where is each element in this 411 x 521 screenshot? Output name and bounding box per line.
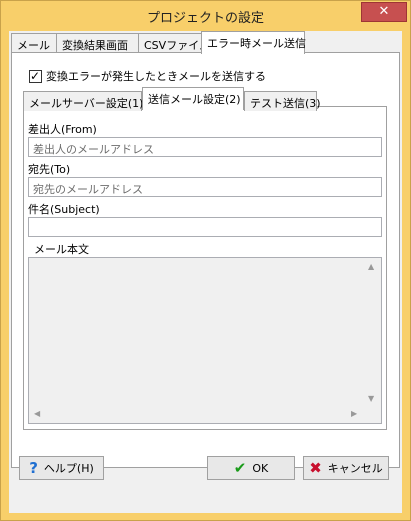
scroll-right-icon[interactable]: ▶ — [351, 409, 357, 418]
help-button-label: ヘルプ(H) — [43, 462, 94, 475]
body-label: メール本文 — [34, 243, 89, 256]
scroll-left-icon[interactable]: ◀ — [34, 409, 40, 418]
send-on-error-label: 変換エラーが発生したときメールを送信する — [46, 70, 266, 83]
body-textarea[interactable]: ▲ ▼ ◀ ▶ — [28, 257, 382, 424]
title-bar[interactable]: プロジェクトの設定 ✕ — [1, 1, 410, 31]
close-button[interactable]: ✕ — [361, 2, 407, 22]
from-label: 差出人(From) — [28, 123, 97, 136]
scroll-down-icon[interactable]: ▼ — [368, 394, 374, 403]
cancel-button[interactable]: ✖ キャンセル — [303, 456, 389, 480]
horizontal-scrollbar[interactable]: ◀ ▶ — [29, 406, 365, 423]
send-mail-panel: 差出人(From) 差出人のメールアドレス 宛先(To) 宛先のメールアドレス … — [23, 106, 387, 430]
cancel-button-label: キャンセル — [327, 462, 383, 475]
subject-label: 件名(Subject) — [28, 203, 100, 216]
from-field[interactable]: 差出人のメールアドレス — [28, 137, 382, 157]
dialog-window: プロジェクトの設定 ✕ メール 変換結果画面 CSVファイル エラー時メール送信… — [0, 0, 411, 521]
help-icon: ? — [29, 459, 38, 477]
subject-field[interactable] — [28, 217, 382, 237]
to-field[interactable]: 宛先のメールアドレス — [28, 177, 382, 197]
subtab-test-send[interactable]: テスト送信(3) — [244, 91, 321, 111]
dialog-client: メール 変換結果画面 CSVファイル エラー時メール送信 ✓ 変換エラーが発生し… — [9, 31, 402, 513]
send-on-error-checkbox[interactable]: ✓ — [29, 68, 42, 83]
tab-csv-file[interactable]: CSVファイル — [138, 33, 210, 53]
ok-button-label: OK — [252, 461, 269, 475]
subtab-send-mail[interactable]: 送信メール設定(2) — [142, 87, 244, 110]
ok-icon: ✔ — [233, 459, 247, 477]
window-title: プロジェクトの設定 — [146, 11, 264, 26]
checkmark-icon: ✓ — [30, 68, 41, 83]
tab-mail[interactable]: メール — [11, 33, 57, 53]
scroll-up-icon[interactable]: ▲ — [368, 262, 374, 271]
ok-button[interactable]: ✔ OK — [207, 456, 295, 480]
tab-conversion-result[interactable]: 変換結果画面 — [56, 33, 139, 53]
help-button[interactable]: ? ヘルプ(H) — [19, 456, 104, 480]
tab-error-mail[interactable]: エラー時メール送信 — [201, 31, 306, 54]
vertical-scrollbar[interactable]: ▲ ▼ — [364, 258, 381, 408]
send-on-error-option[interactable]: ✓ 変換エラーが発生したときメールを送信する — [29, 68, 266, 84]
to-label: 宛先(To) — [28, 163, 71, 176]
cancel-icon: ✖ — [309, 459, 322, 477]
subtab-mail-server[interactable]: メールサーバー設定(1) — [23, 91, 143, 111]
